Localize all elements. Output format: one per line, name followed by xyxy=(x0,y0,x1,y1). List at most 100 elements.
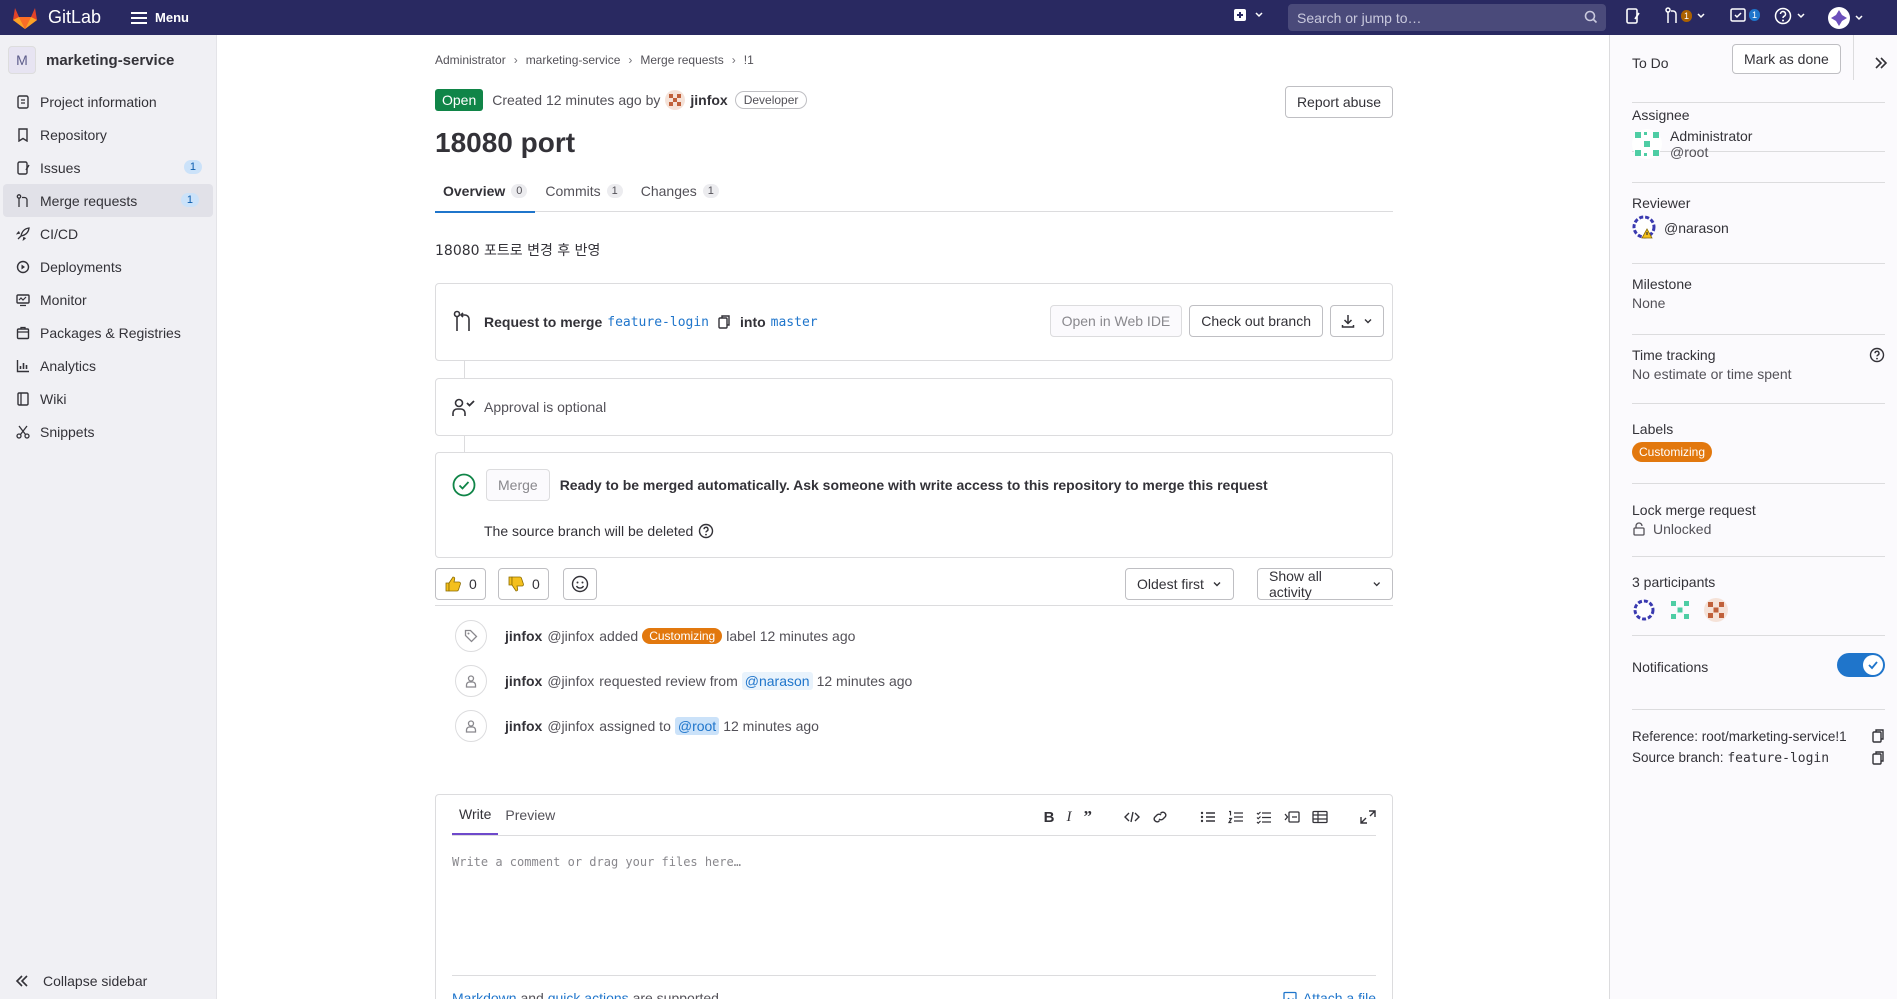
lock-open-icon xyxy=(1633,522,1645,536)
attach-file-button[interactable]: Attach a file xyxy=(1283,990,1376,999)
sidebar-item-monitor[interactable]: Monitor xyxy=(0,283,216,316)
download-dropdown-button[interactable] xyxy=(1330,305,1384,337)
author-link[interactable]: jinfox xyxy=(690,92,727,108)
sidebar-item-label: Project information xyxy=(40,93,157,110)
participants-title: 3 participants xyxy=(1632,574,1716,590)
sidebar-item-issues[interactable]: Issues 1 xyxy=(0,151,216,184)
note-time: 12 minutes ago xyxy=(723,718,819,734)
todo-section: To Do Mark as done xyxy=(1632,35,1888,80)
search-input[interactable]: Search or jump to… xyxy=(1288,4,1606,31)
markdown-link[interactable]: Markdown xyxy=(452,990,517,999)
table-icon[interactable] xyxy=(1312,810,1328,824)
quick-actions-link[interactable]: quick actions xyxy=(548,990,629,999)
issues-top-button[interactable] xyxy=(1624,7,1642,25)
gitlab-logo[interactable]: GitLab xyxy=(12,6,101,30)
comment-textarea[interactable]: Write a comment or drag your files here… xyxy=(452,855,741,869)
bullet-list-icon[interactable] xyxy=(1200,810,1216,824)
numbered-list-icon[interactable] xyxy=(1228,810,1244,824)
ready-text: Ready to be merged automatically. Ask so… xyxy=(559,477,1268,493)
supported-text: are supported xyxy=(632,990,719,999)
mr-count-badge: 1 xyxy=(1681,10,1693,22)
help-icon[interactable] xyxy=(698,523,714,539)
user-mention[interactable]: @root xyxy=(674,717,720,735)
breadcrumb-item[interactable]: Merge requests xyxy=(640,53,723,67)
smiley-icon xyxy=(571,575,589,593)
open-web-ide-button[interactable]: Open in Web IDE xyxy=(1049,305,1183,337)
double-chevron-right-icon[interactable] xyxy=(1874,56,1888,70)
help-top-button[interactable] xyxy=(1774,7,1807,25)
mark-as-done-button[interactable]: Mark as done xyxy=(1732,44,1841,74)
task-list-icon[interactable] xyxy=(1256,810,1272,824)
tab-preview[interactable]: Preview xyxy=(498,795,562,835)
sidebar-item-project-information[interactable]: Project information xyxy=(0,85,216,118)
label-pill[interactable]: Customizing xyxy=(642,628,723,644)
code-icon[interactable] xyxy=(1124,810,1140,824)
thumbs-down-button[interactable]: 0 xyxy=(498,568,549,600)
merge-button[interactable]: Merge xyxy=(486,469,550,501)
sort-dropdown[interactable]: Oldest first xyxy=(1125,568,1234,600)
report-abuse-button[interactable]: Report abuse xyxy=(1284,86,1393,118)
fullscreen-icon[interactable] xyxy=(1360,810,1376,824)
user-menu-button[interactable] xyxy=(1828,7,1865,29)
reviewer-block: Reviewer @narason xyxy=(1632,195,1729,241)
sidebar-item-packages-registries[interactable]: Packages & Registries xyxy=(0,316,216,349)
note-author[interactable]: jinfox xyxy=(505,628,542,644)
copy-icon[interactable] xyxy=(717,314,731,330)
note-handle: @jinfox xyxy=(547,718,595,734)
note-author[interactable]: jinfox xyxy=(505,718,542,734)
avatar[interactable] xyxy=(1704,598,1728,622)
new-dropdown-button[interactable] xyxy=(1233,8,1265,22)
breadcrumb-item[interactable]: !1 xyxy=(744,53,754,67)
source-branch-link[interactable]: feature-login xyxy=(607,315,709,330)
sidebar-item-analytics[interactable]: Analytics xyxy=(0,349,216,382)
copy-icon[interactable] xyxy=(1871,750,1885,766)
tab-commits[interactable]: Commits 1 xyxy=(537,170,630,212)
avatar[interactable] xyxy=(1632,215,1658,241)
sidebar-item-ci-cd[interactable]: CI/CD xyxy=(0,217,216,250)
hamburger-icon xyxy=(131,11,148,24)
activity-filter-dropdown[interactable]: Show all activity xyxy=(1257,568,1393,600)
reference-block: Reference: root/marketing-service!1 Sour… xyxy=(1632,728,1885,766)
italic-icon[interactable]: I xyxy=(1067,809,1072,826)
user-mention[interactable]: @narason xyxy=(741,672,813,690)
deployments-icon xyxy=(15,260,31,274)
download-icon xyxy=(1341,315,1355,328)
chevron-down-icon xyxy=(1213,582,1221,587)
copy-icon[interactable] xyxy=(1871,728,1885,744)
breadcrumb-item[interactable]: marketing-service xyxy=(526,53,621,67)
sidebar-item-wiki[interactable]: Wiki xyxy=(0,382,216,415)
thumbs-up-button[interactable]: 0 xyxy=(435,568,486,600)
note-author[interactable]: jinfox xyxy=(505,673,542,689)
reviewer-handle[interactable]: @narason xyxy=(1664,220,1729,236)
add-reaction-button[interactable] xyxy=(563,568,597,600)
quote-icon[interactable]: ” xyxy=(1084,807,1093,827)
assignee-name[interactable]: Administrator xyxy=(1670,128,1752,144)
help-icon[interactable] xyxy=(1869,347,1885,363)
merge-requests-top-button[interactable]: 1 xyxy=(1664,7,1707,25)
target-branch-link[interactable]: master xyxy=(771,315,818,330)
avatar[interactable] xyxy=(1632,129,1662,159)
breadcrumb-item[interactable]: Administrator xyxy=(435,53,506,67)
avatar[interactable] xyxy=(1668,598,1692,622)
tab-write[interactable]: Write xyxy=(452,795,499,835)
notifications-toggle[interactable] xyxy=(1837,653,1885,677)
menu-button[interactable]: Menu xyxy=(131,10,189,25)
filter-label: Show all activity xyxy=(1269,568,1322,600)
collapse-sidebar-button[interactable]: Collapse sidebar xyxy=(15,973,147,989)
label-pill[interactable]: Customizing xyxy=(1632,442,1713,462)
avatar[interactable] xyxy=(1632,598,1656,622)
package-icon xyxy=(15,326,31,340)
sidebar-item-merge-requests[interactable]: Merge requests 1 xyxy=(3,184,213,217)
sidebar-item-repository[interactable]: Repository xyxy=(0,118,216,151)
sidebar-item-snippets[interactable]: Snippets xyxy=(0,415,216,448)
todos-top-button[interactable]: 1 xyxy=(1730,7,1761,23)
sidebar-item-deployments[interactable]: Deployments xyxy=(0,250,216,283)
project-header[interactable]: M marketing-service xyxy=(0,35,216,85)
bold-icon[interactable]: B xyxy=(1044,809,1055,826)
tab-overview[interactable]: Overview 0 xyxy=(435,170,536,213)
check-out-branch-button[interactable]: Check out branch xyxy=(1189,305,1323,337)
collapsible-section-icon[interactable] xyxy=(1284,810,1300,824)
tab-changes[interactable]: Changes 1 xyxy=(633,170,727,212)
link-icon[interactable] xyxy=(1152,810,1168,824)
repository-icon xyxy=(15,127,31,142)
